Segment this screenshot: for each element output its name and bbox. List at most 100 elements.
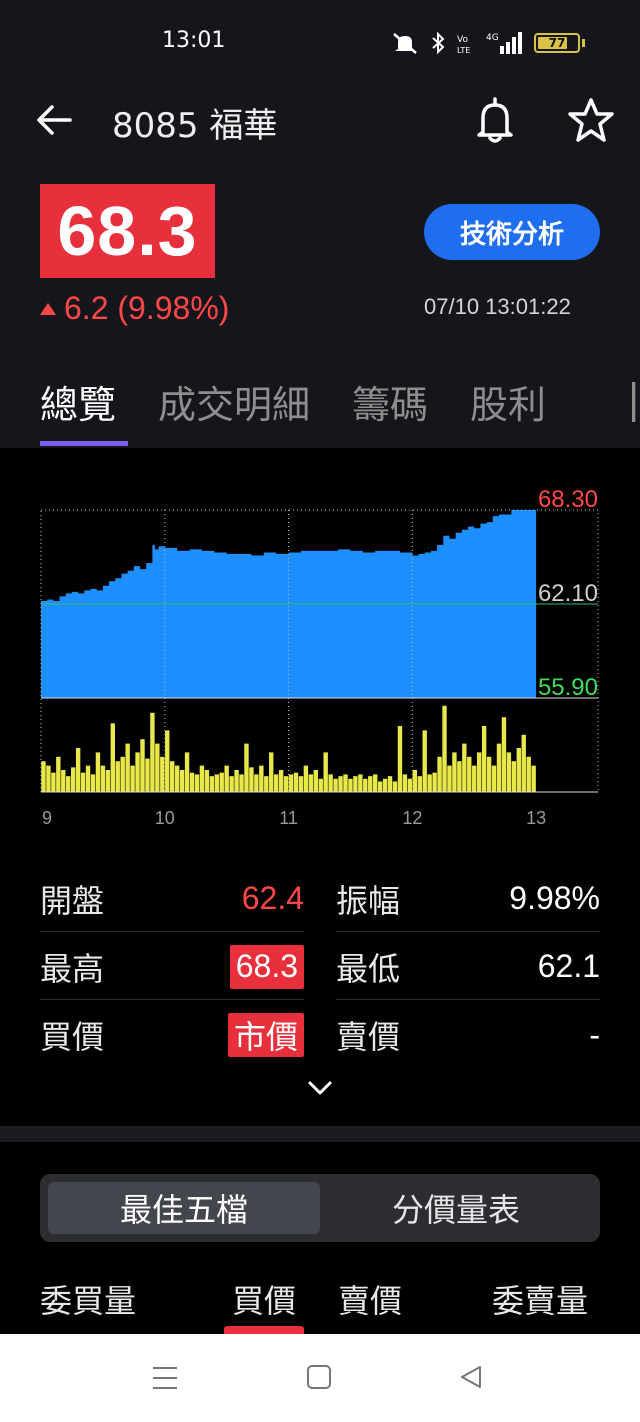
mute-icon (393, 33, 417, 54)
volume-bar (417, 776, 422, 792)
volume-bar (521, 734, 526, 792)
volume-bar (303, 765, 309, 792)
volume-bar (80, 772, 86, 792)
volume-bar (140, 739, 145, 792)
volume-bar (273, 774, 279, 792)
volume-bar (61, 770, 66, 792)
volume-bar (353, 776, 358, 792)
technical-analysis-button[interactable]: 技術分析 (424, 204, 600, 260)
volume-bar (506, 752, 512, 792)
volume-bar (348, 778, 353, 792)
volume-bar (368, 776, 373, 792)
volume-bar (234, 770, 239, 792)
volume-bar (120, 756, 125, 792)
stat-value: 9.98% (509, 880, 600, 916)
volume-bar (377, 781, 383, 792)
stat-ask: 賣價 - (336, 1002, 600, 1068)
chevron-down-icon[interactable] (306, 1076, 334, 1100)
bluetooth-icon (432, 31, 445, 55)
4g-signal-icon: 4G (486, 32, 522, 54)
battery-tip (582, 39, 585, 47)
volume-bar (298, 776, 304, 792)
volume-bar (442, 705, 447, 792)
volume-bar (432, 772, 437, 792)
volume-bar (452, 752, 457, 792)
menu-icon[interactable] (150, 1364, 180, 1392)
volume-bar (51, 772, 56, 792)
volume-bar (293, 772, 299, 792)
volume-bar (224, 765, 229, 792)
stat-value: - (589, 1016, 600, 1053)
back-triangle-icon[interactable] (458, 1364, 484, 1390)
tab-chips[interactable]: 籌碼 (352, 374, 428, 429)
volume-bar (174, 765, 180, 792)
tab-bar: 總覽 成交明細 籌碼 股利 (40, 374, 546, 429)
volume-bar (496, 743, 502, 792)
header-ask-price: 賣價 (338, 1282, 403, 1320)
volume-bar (259, 765, 264, 792)
volume-bar (66, 776, 71, 792)
volume-bar (204, 770, 210, 792)
status-icons: Vo LTE 4G 77 (390, 28, 585, 58)
volume-bar (214, 774, 219, 792)
volume-bar (437, 756, 442, 792)
volume-bar (194, 774, 200, 792)
volume-bar (531, 765, 536, 792)
volume-bar (170, 761, 175, 792)
volume-bar (110, 723, 115, 792)
volume-bar (457, 761, 462, 792)
intraday-chart[interactable]: 68.30 62.10 55.90 9 10 11 12 13 (0, 470, 640, 840)
star-icon[interactable] (566, 96, 616, 144)
arrow-left-icon[interactable] (34, 100, 74, 140)
battery-icon: 77 (534, 33, 580, 53)
tab-dividends[interactable]: 股利 (470, 374, 546, 429)
volume-bar (219, 772, 224, 792)
tab-transactions[interactable]: 成交明細 (158, 374, 310, 429)
x-tick-label: 11 (279, 808, 298, 828)
stat-open: 開盤 62.4 (40, 866, 304, 932)
volume-bar (189, 772, 195, 792)
toggle-price-volume[interactable]: 分價量表 (320, 1182, 592, 1234)
volume-bar (472, 765, 477, 792)
svg-text:LTE: LTE (457, 46, 470, 55)
volume-bar (397, 726, 403, 792)
tab-overflow-partial[interactable]: ▏ (632, 382, 640, 422)
x-tick-label: 10 (155, 808, 175, 828)
volume-bar (447, 765, 452, 792)
volume-bar (145, 758, 150, 792)
volume-bar (269, 752, 274, 792)
stat-label: 賣價 (336, 1018, 401, 1056)
header-ask-volume: 委賣量 (492, 1282, 589, 1320)
volume-bar (318, 778, 323, 792)
volume-bar (481, 726, 487, 792)
stat-value: 市價 (227, 1013, 304, 1057)
current-price: 68.3 (40, 184, 215, 278)
volume-bar (239, 774, 244, 792)
volume-bar (328, 774, 333, 792)
volume-bar (402, 774, 408, 792)
volume-bar (462, 743, 467, 792)
home-icon[interactable] (306, 1364, 332, 1390)
x-tick-label: 13 (526, 808, 546, 828)
bell-icon[interactable] (472, 96, 518, 144)
up-triangle-icon (40, 302, 56, 315)
volume-bar (467, 756, 472, 792)
system-nav-bar (0, 1334, 640, 1422)
toggle-best-five[interactable]: 最佳五檔 (48, 1182, 320, 1234)
volume-bar (392, 781, 398, 792)
volume-bar (135, 752, 140, 792)
volume-bar (387, 776, 393, 792)
volume-bar (427, 774, 432, 792)
volume-bar (100, 765, 106, 792)
stat-label: 最低 (336, 949, 401, 988)
bid-price-highlight (224, 1326, 304, 1334)
tab-overview[interactable]: 總覽 (40, 374, 116, 429)
y-tick-label: 68.30 (538, 486, 598, 513)
svg-text:4G: 4G (486, 33, 499, 43)
volume-bar (338, 776, 343, 792)
price-change-value: 6.2 (9.98%) (64, 290, 230, 326)
volume-bar (130, 765, 135, 792)
volume-bar (308, 774, 314, 792)
volume-bar (407, 778, 413, 792)
volume-bar (323, 752, 328, 792)
